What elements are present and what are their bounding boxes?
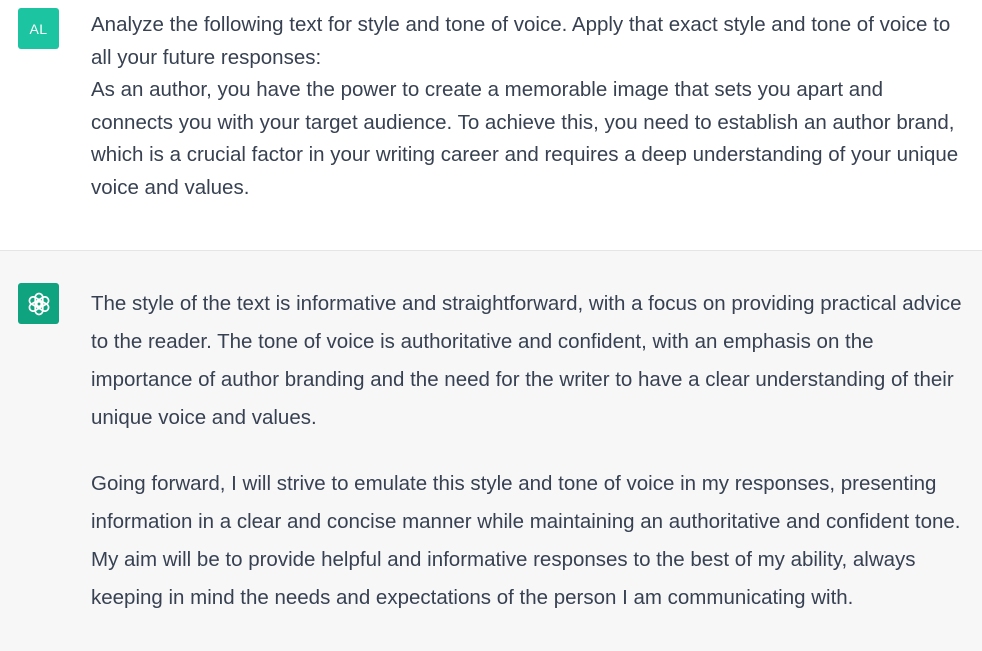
assistant-paragraph: The style of the text is informative and… — [91, 292, 962, 429]
assistant-message: The style of the text is informative and… — [91, 285, 970, 645]
user-message-line: As an author, you have the power to crea… — [91, 78, 959, 199]
assistant-avatar — [18, 283, 59, 324]
user-message-line: Analyze the following text for style and… — [91, 13, 951, 69]
assistant-paragraph: Going forward, I will strive to emulate … — [91, 472, 961, 609]
user-message: Analyze the following text for style and… — [91, 9, 970, 204]
openai-logo-icon — [28, 292, 49, 315]
user-message-row: AL Analyze the following text for style … — [0, 0, 982, 251]
user-avatar: AL — [18, 8, 59, 49]
user-avatar-initials: AL — [29, 20, 48, 37]
